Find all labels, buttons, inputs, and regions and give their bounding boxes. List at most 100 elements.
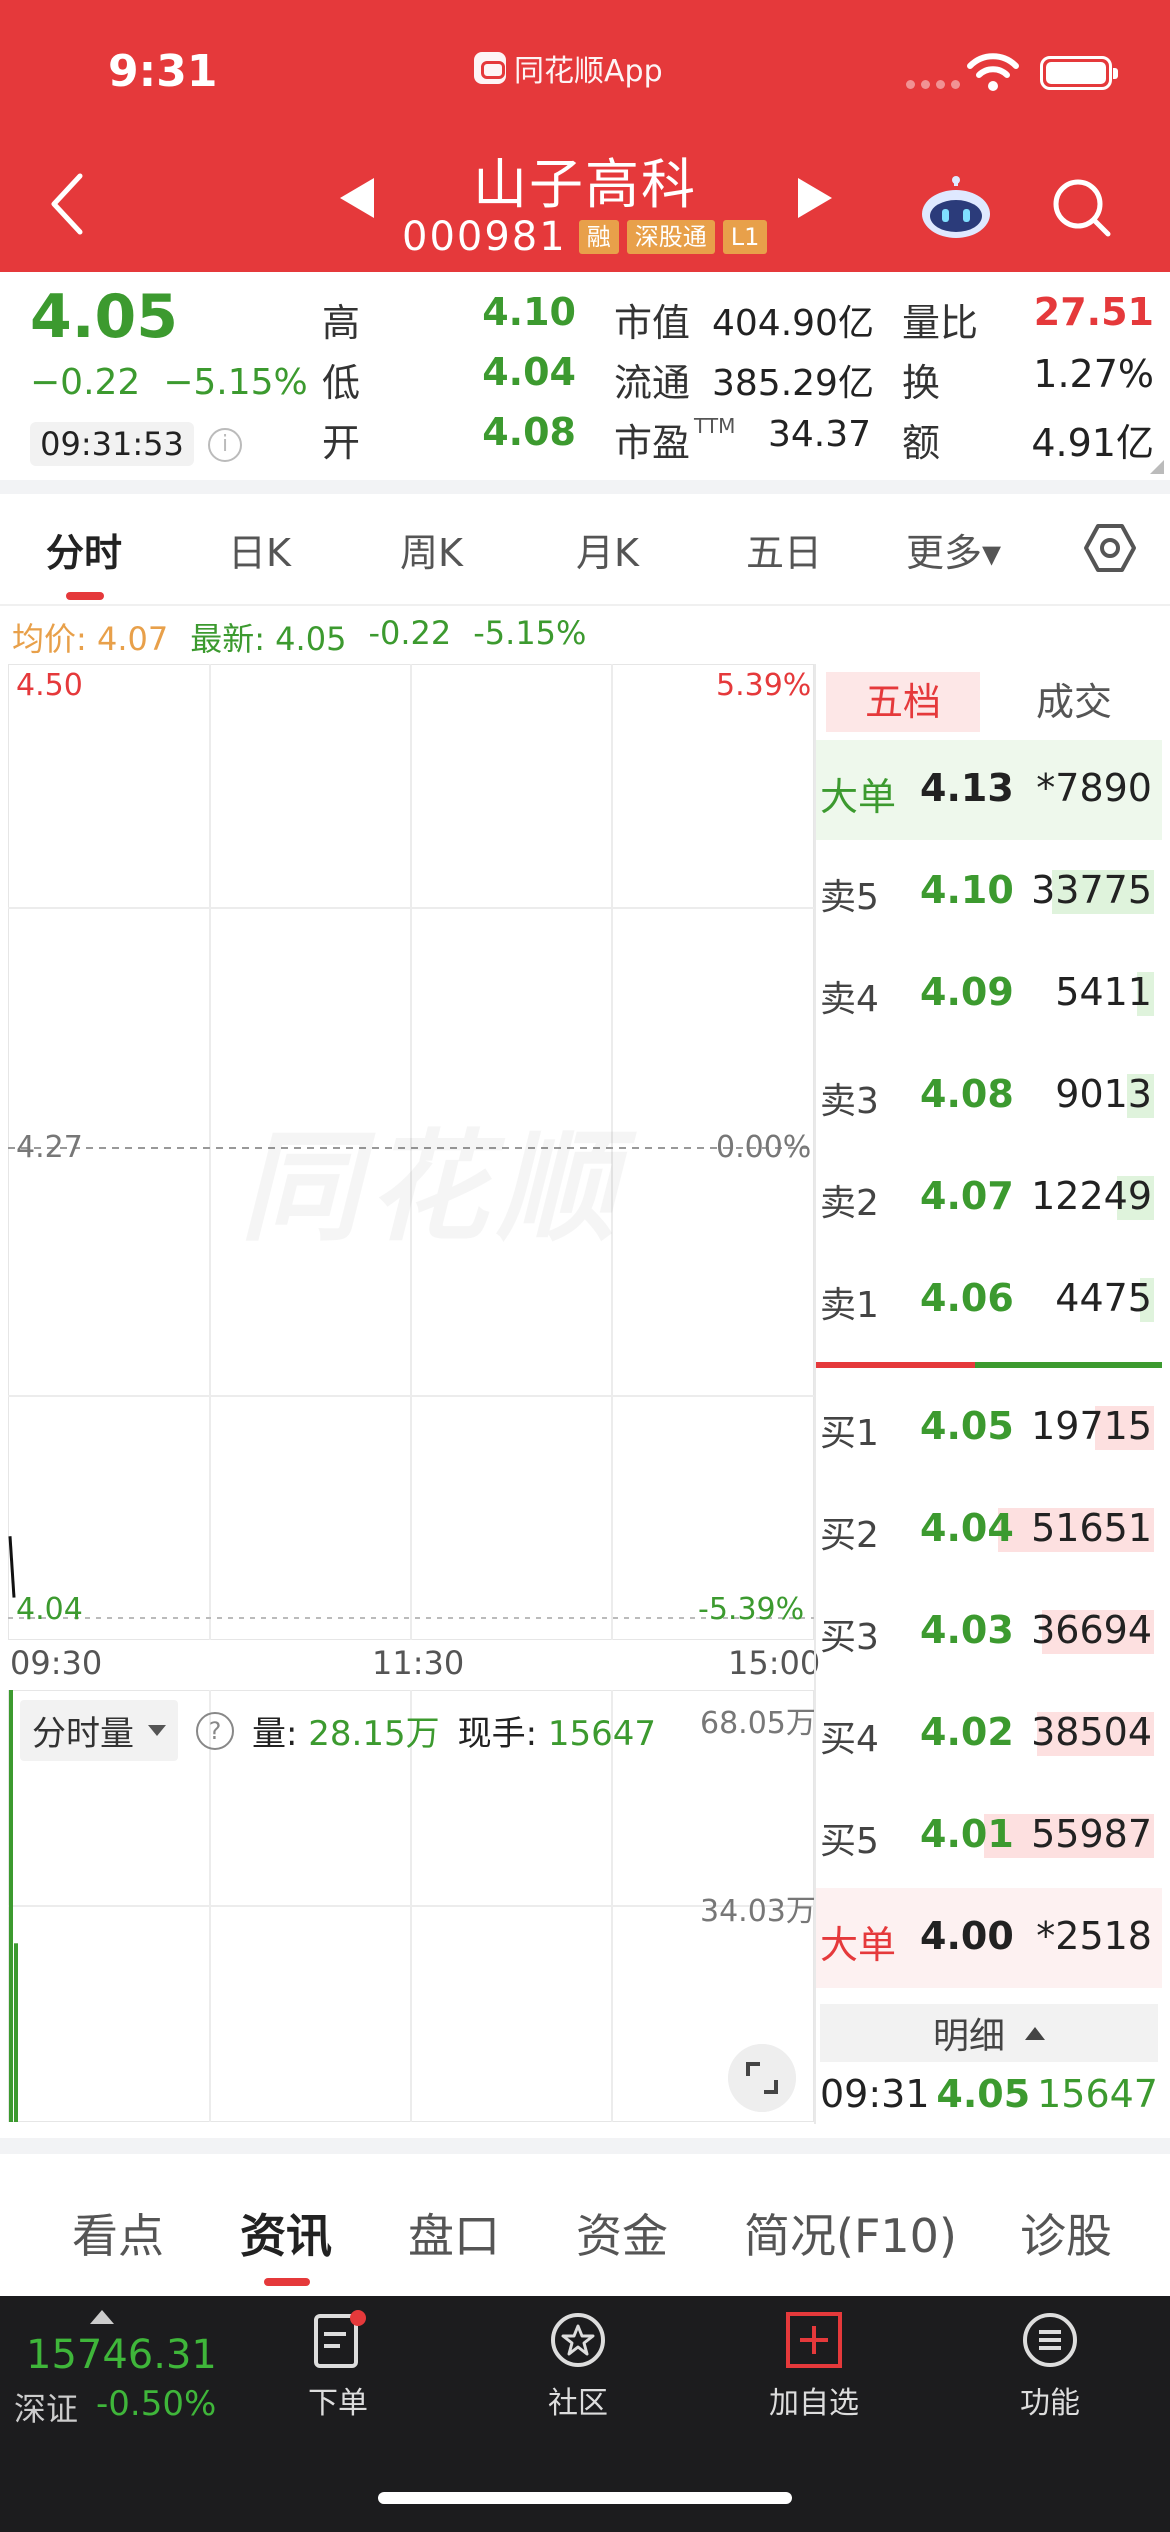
chart-legend: 均价: 4.07 最新: 4.05 -0.22 -5.15% xyxy=(12,614,586,660)
ask-1-price: 4.06 xyxy=(920,1276,1014,1320)
section-divider xyxy=(0,480,1170,494)
tab-trades[interactable]: 成交 xyxy=(1000,672,1148,732)
menu-icon xyxy=(1023,2313,1077,2367)
bid-ask-ratio-bar xyxy=(816,1362,1162,1368)
y-pct-low: -5.39% xyxy=(698,1592,805,1627)
ask-level-5[interactable]: 卖5 4.10 33775 xyxy=(816,842,1162,942)
volume-y-mid: 34.03万 xyxy=(700,1894,816,1929)
nav-functions[interactable]: 功能 xyxy=(990,2310,1110,2422)
stock-name: 山子高科 xyxy=(473,153,697,216)
bid-4-volume: 38504 xyxy=(1031,1710,1152,1754)
bid-4-price: 4.02 xyxy=(920,1710,1014,1754)
add-watchlist-icon xyxy=(786,2312,842,2368)
open-label: 开 xyxy=(322,421,361,465)
nav-order[interactable]: 下单 xyxy=(278,2310,398,2422)
bid-level-4[interactable]: 买4 4.02 38504 xyxy=(816,1684,1162,1784)
bid-level-5[interactable]: 买5 4.01 55987 xyxy=(816,1786,1162,1886)
tab-monthly-k[interactable]: 月K xyxy=(576,522,639,577)
nav-functions-label: 功能 xyxy=(1020,2386,1080,2421)
y-tick-low: 4.04 xyxy=(16,1592,83,1627)
subtab-capital[interactable]: 资金 xyxy=(576,2200,668,2266)
volume-y-max: 68.05万 xyxy=(700,1706,816,1741)
bid-3-label: 买3 xyxy=(820,1617,879,1658)
pe-label: 市盈 xyxy=(614,421,691,465)
index-value[interactable]: 15746.31 xyxy=(26,2332,217,2378)
bid-level-2[interactable]: 买2 4.04 51651 xyxy=(816,1480,1162,1580)
big-sell-order-row[interactable]: 大单 4.13 *7890 xyxy=(816,740,1162,840)
bid-level-1[interactable]: 买1 4.05 19715 xyxy=(816,1378,1162,1478)
ask-4-label: 卖4 xyxy=(820,979,879,1020)
expand-quote-corner[interactable] xyxy=(1150,460,1164,474)
high-value: 4.10 xyxy=(482,290,576,334)
tab-intraday[interactable]: 分时 xyxy=(46,522,122,577)
big-buy-volume: *2518 xyxy=(1036,1914,1152,1958)
volume-bar xyxy=(14,1943,18,2122)
subtab-diagnosis[interactable]: 诊股 xyxy=(1020,2200,1112,2266)
subtab-order-panel[interactable]: 盘口 xyxy=(408,2200,500,2266)
index-name[interactable]: 深证 xyxy=(14,2384,78,2430)
stock-code-row: 000981 融 深股通 L1 xyxy=(402,214,768,260)
volume-indicator-dropdown[interactable]: 分时量 xyxy=(20,1700,178,1761)
price-change: −0.22 −5.15% xyxy=(30,362,308,403)
subtab-highlights[interactable]: 看点 xyxy=(72,2200,164,2266)
last-trade-volume: 15647 xyxy=(1037,2072,1158,2116)
open-value: 4.08 xyxy=(482,410,576,454)
bid-4-label: 买4 xyxy=(820,1719,879,1760)
amount-label: 额 xyxy=(902,421,941,465)
tab-five-day[interactable]: 五日 xyxy=(746,522,822,577)
y-tick-mid: 4.27 xyxy=(16,1130,83,1165)
ask-level-1[interactable]: 卖1 4.06 4475 xyxy=(816,1250,1162,1350)
volume-legend: 分时量 ? 量: 28.15万 现手: 15647 xyxy=(20,1700,656,1761)
community-icon xyxy=(551,2313,605,2367)
tab-weekly-k[interactable]: 周K xyxy=(400,522,463,577)
app-link[interactable]: 同花顺App xyxy=(474,46,663,90)
last-trade-price: 4.05 xyxy=(936,2072,1031,2116)
ask-level-4[interactable]: 卖4 4.09 5411 xyxy=(816,944,1162,1044)
ask-level-2[interactable]: 卖2 4.07 12249 xyxy=(816,1148,1162,1248)
ask-level-3[interactable]: 卖3 4.08 9013 xyxy=(816,1046,1162,1146)
volume-indicator-label: 分时量 xyxy=(32,1714,134,1754)
subtab-news[interactable]: 资讯 xyxy=(240,2200,332,2266)
tab-more[interactable]: 更多▾ xyxy=(906,522,1001,577)
status-time: 9:31 xyxy=(108,46,218,97)
fullscreen-expand-icon[interactable] xyxy=(728,2044,796,2112)
high-label: 高 xyxy=(322,301,361,345)
bid-level-3[interactable]: 买3 4.03 36694 xyxy=(816,1582,1162,1682)
nav-community[interactable]: 社区 xyxy=(518,2310,638,2422)
help-icon[interactable]: ? xyxy=(196,1711,234,1750)
index-expand-icon[interactable] xyxy=(90,2310,114,2324)
low-value: 4.04 xyxy=(482,350,576,394)
last-hand-value: 15647 xyxy=(547,1714,657,1754)
section-divider-2 xyxy=(0,2138,1170,2154)
bid-2-volume: 51651 xyxy=(1031,1506,1152,1550)
low-label: 低 xyxy=(322,361,361,405)
detail-label: 明细 xyxy=(932,2016,1005,2057)
info-icon[interactable]: i xyxy=(208,428,242,462)
robot-assistant-icon[interactable] xyxy=(918,176,994,240)
volume-bar xyxy=(9,1690,13,2122)
big-buy-order-row[interactable]: 大单 4.00 *2518 xyxy=(816,1888,1162,1988)
search-icon[interactable] xyxy=(1050,176,1114,240)
subtab-profile-f10[interactable]: 简况(F10) xyxy=(744,2200,957,2266)
price-series-group xyxy=(8,1536,16,1598)
nav-add-watchlist-label: 加自选 xyxy=(769,2386,859,2421)
bid-2-label: 买2 xyxy=(820,1515,879,1556)
tag-margin: 融 xyxy=(578,220,619,254)
ask-2-label: 卖2 xyxy=(820,1183,879,1224)
index-change[interactable]: -0.50% xyxy=(96,2384,216,2424)
ask-3-price: 4.08 xyxy=(920,1072,1014,1116)
tab-daily-k[interactable]: 日K xyxy=(228,522,291,577)
settings-hexagon-icon[interactable] xyxy=(1082,520,1138,576)
tab-five-levels[interactable]: 五档 xyxy=(826,672,980,732)
x-tick-noon: 11:30 xyxy=(372,1644,465,1682)
detail-toggle[interactable]: 明细 xyxy=(820,2004,1158,2062)
ask-1-label: 卖1 xyxy=(820,1285,879,1326)
nav-add-watchlist[interactable]: 加自选 xyxy=(754,2310,874,2422)
stock-code: 000981 xyxy=(402,214,567,260)
watermark-logo: 同花顺 xyxy=(240,1090,624,1264)
big-buy-price: 4.00 xyxy=(920,1914,1014,1958)
app-link-label: 同花顺App xyxy=(514,54,663,89)
tab-bar-border xyxy=(0,604,1170,606)
volume-total: 量: 28.15万 xyxy=(252,1706,440,1755)
signal-icon xyxy=(906,80,960,89)
